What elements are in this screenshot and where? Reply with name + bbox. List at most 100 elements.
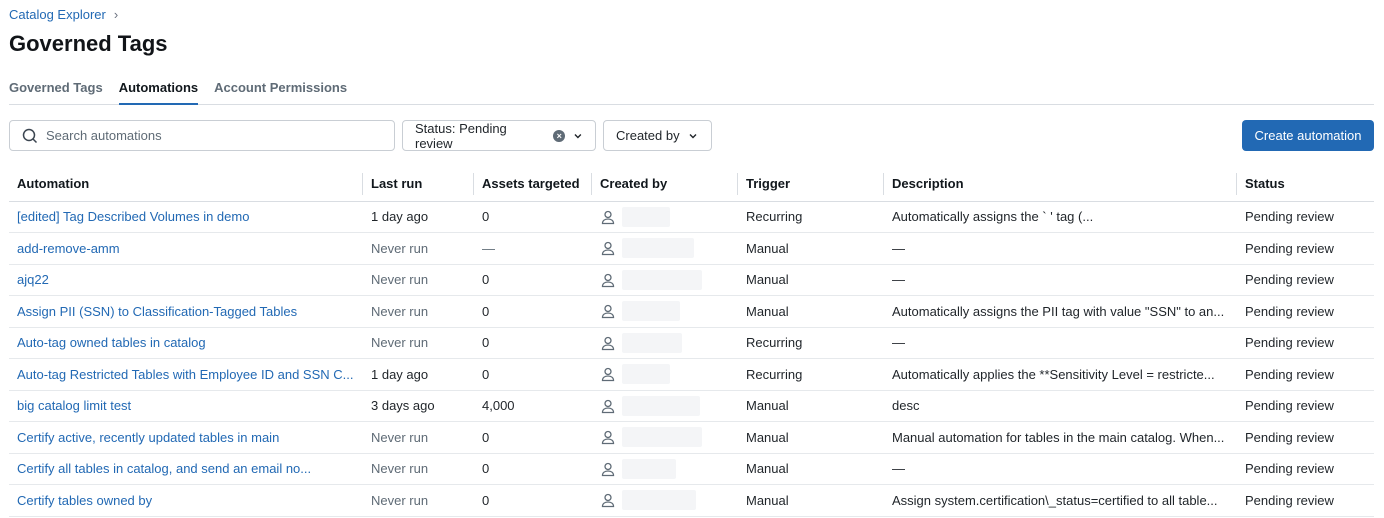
assets-targeted-cell: 0 (474, 327, 592, 359)
automation-name-link[interactable]: big catalog limit test (17, 398, 131, 413)
automation-name-link[interactable]: Auto-tag Restricted Tables with Employee… (17, 367, 353, 382)
assets-targeted-cell: 0 (474, 484, 592, 517)
table-row[interactable]: Auto-tag owned tables in catalog Never ru… (9, 327, 1374, 359)
status-cell: Pending review (1237, 390, 1374, 422)
user-name-redacted (622, 238, 694, 259)
user-icon (601, 242, 615, 256)
automation-name-link[interactable]: Assign PII (SSN) to Classification-Tagge… (17, 304, 297, 319)
column-header-description[interactable]: Description (884, 167, 1237, 202)
last-run-cell: Never run (363, 232, 474, 265)
trigger-cell: Manual (738, 295, 884, 328)
search-input[interactable] (46, 128, 366, 143)
tab-governed-tags[interactable]: Governed Tags (9, 78, 103, 105)
last-run-cell: Never run (363, 264, 474, 296)
column-header-assets-targeted[interactable]: Assets targeted (474, 167, 592, 202)
search-box[interactable] (9, 120, 395, 151)
column-header-last-run[interactable]: Last run (363, 167, 474, 202)
table-row[interactable]: add-remove-amm Never run — Manual — Pending r… (9, 232, 1374, 265)
assets-targeted-cell: 0 (474, 264, 592, 296)
automation-name-link[interactable]: Auto-tag owned tables in catalog (17, 335, 206, 350)
status-cell: Pending review (1237, 201, 1374, 233)
column-header-status[interactable]: Status (1237, 167, 1374, 202)
user-icon (601, 431, 615, 445)
automation-name-link[interactable]: ajq22 (17, 272, 49, 287)
trigger-cell: Manual (738, 232, 884, 265)
column-header-trigger[interactable]: Trigger (738, 167, 884, 202)
created-by-cell (592, 484, 738, 517)
created-by-cell (592, 232, 738, 265)
automation-name-link[interactable]: [edited] Tag Described Volumes in demo (17, 209, 249, 224)
table-row[interactable]: Auto-tag Restricted Tables with Employee… (9, 358, 1374, 391)
chevron-down-icon (574, 133, 582, 138)
table-row[interactable]: Certify tables owned by Never run 0 Manual A… (9, 484, 1374, 517)
trigger-cell: Recurring (738, 201, 884, 233)
created-by-cell (592, 390, 738, 422)
status-cell: Pending review (1237, 264, 1374, 296)
last-run-cell: 3 days ago (363, 390, 474, 422)
created-by-filter-label: Created by (616, 128, 680, 143)
user-name-redacted (622, 395, 700, 416)
table-row[interactable]: big catalog limit test 3 days ago 4,000 Man… (9, 390, 1374, 422)
created-by-filter-button[interactable]: Created by (603, 120, 712, 151)
automations-table: Automation Last run Assets targeted Crea… (9, 167, 1374, 517)
trigger-cell: Recurring (738, 327, 884, 359)
status-cell: Pending review (1237, 358, 1374, 391)
status-cell: Pending review (1237, 232, 1374, 265)
tab-account-permissions[interactable]: Account Permissions (214, 78, 347, 105)
description-cell: — (884, 232, 1237, 265)
last-run-cell: Never run (363, 421, 474, 454)
trigger-cell: Manual (738, 484, 884, 517)
table-row[interactable]: Assign PII (SSN) to Classification-Tagge… (9, 295, 1374, 328)
user-icon (601, 399, 615, 413)
clear-filter-icon[interactable]: × (553, 129, 566, 142)
status-filter-button[interactable]: Status: Pending review × (402, 120, 596, 151)
user-icon (601, 494, 615, 508)
tab-bar: Governed Tags Automations Account Permis… (9, 78, 1374, 105)
page-title: Governed Tags (9, 31, 168, 56)
description-cell: — (884, 453, 1237, 485)
description-cell: — (884, 327, 1237, 359)
description-cell: desc (884, 390, 1237, 422)
description-cell: Manual automation for tables in the main… (884, 421, 1237, 454)
last-run-cell: Never run (363, 453, 474, 485)
trigger-cell: Manual (738, 453, 884, 485)
tab-automations[interactable]: Automations (118, 78, 199, 105)
create-automation-button[interactable]: Create automation (1242, 120, 1374, 151)
user-name-redacted (622, 301, 680, 322)
user-name-redacted (622, 269, 702, 290)
user-icon (601, 305, 615, 319)
description-cell: Automatically applies the **Sensitivity … (884, 358, 1237, 391)
trigger-cell: Manual (738, 390, 884, 422)
last-run-cell: Never run (363, 295, 474, 328)
table-row[interactable]: [edited] Tag Described Volumes in demo 1 … (9, 201, 1374, 233)
table-row[interactable]: Certify all tables in catalog, and send … (9, 453, 1374, 485)
status-cell: Pending review (1237, 484, 1374, 517)
automation-name-link[interactable]: add-remove-amm (17, 241, 120, 256)
automation-name-link[interactable]: Certify active, recently updated tables … (17, 430, 279, 445)
column-header-automation[interactable]: Automation (9, 167, 363, 202)
status-filter-label: Status: Pending review (415, 120, 507, 151)
table-row[interactable]: Certify active, recently updated tables … (9, 421, 1374, 454)
user-name-redacted (622, 490, 696, 511)
user-icon (601, 462, 615, 476)
table-header-row: Automation Last run Assets targeted Crea… (9, 167, 1374, 202)
user-name-redacted (622, 458, 676, 479)
user-icon (601, 210, 615, 224)
breadcrumb: Catalog Explorer › (9, 7, 118, 22)
last-run-cell: Never run (363, 484, 474, 517)
assets-targeted-cell: 0 (474, 358, 592, 391)
chevron-down-icon (689, 133, 697, 138)
created-by-cell (592, 201, 738, 233)
created-by-cell (592, 327, 738, 359)
automation-name-link[interactable]: Certify all tables in catalog, and send … (17, 461, 311, 476)
breadcrumb-catalog-explorer-link[interactable]: Catalog Explorer (9, 7, 106, 22)
created-by-cell (592, 358, 738, 391)
column-header-created-by[interactable]: Created by (592, 167, 738, 202)
assets-targeted-cell: 0 (474, 201, 592, 233)
assets-targeted-cell: — (474, 232, 592, 265)
table-row[interactable]: ajq22 Never run 0 Manual — Pending review (9, 264, 1374, 296)
user-name-redacted (622, 427, 702, 448)
automation-name-link[interactable]: Certify tables owned by (17, 493, 152, 508)
last-run-cell: 1 day ago (363, 358, 474, 391)
created-by-cell (592, 421, 738, 454)
